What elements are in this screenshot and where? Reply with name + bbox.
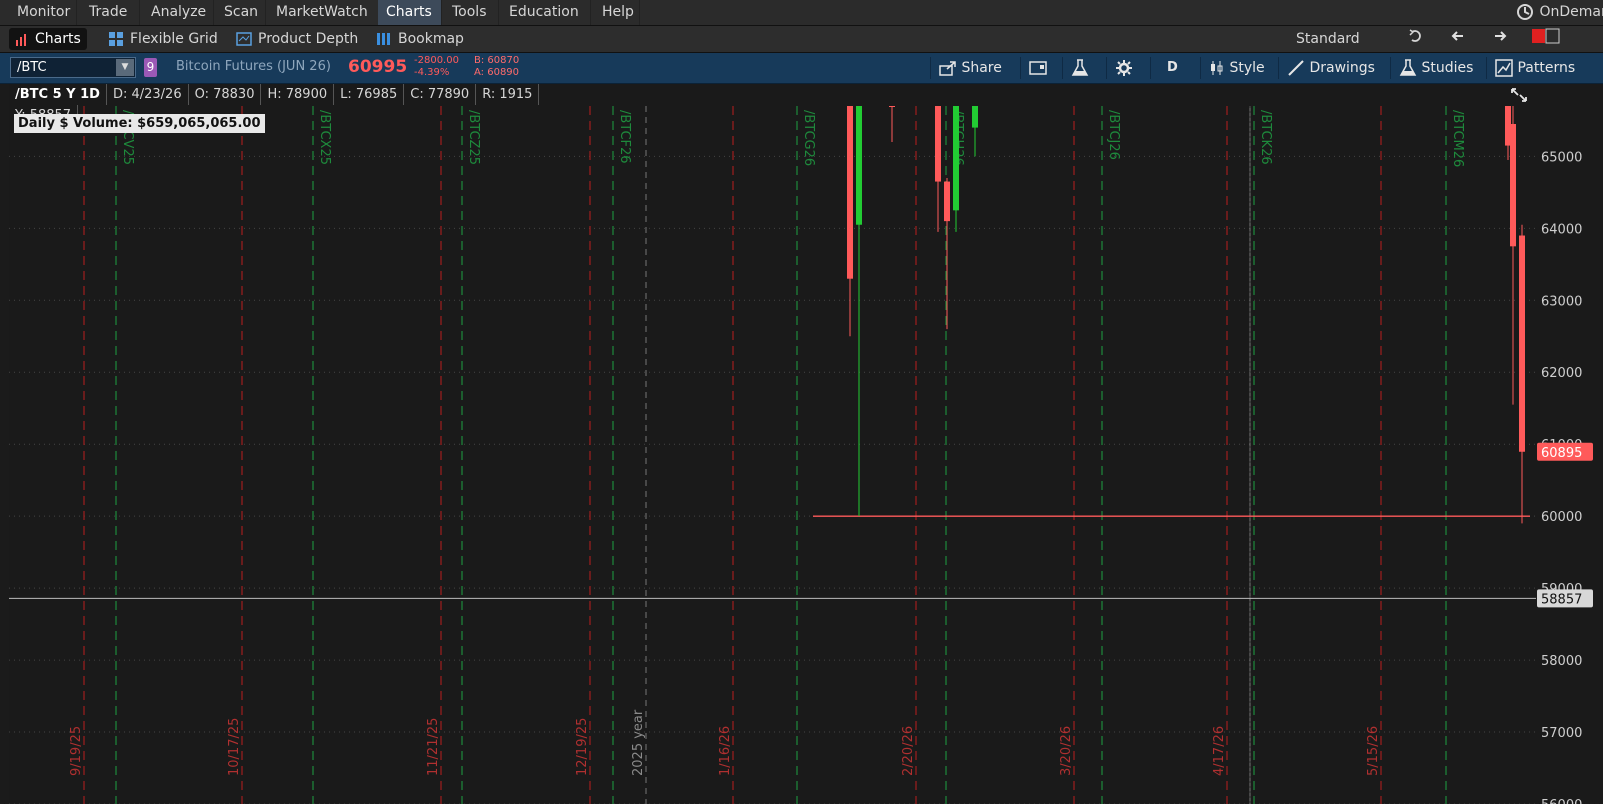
candle-body[interactable] [953, 106, 959, 211]
ohlc-header: /BTC 5 Y 1D D: 4/23/26 O: 78830 H: 78900 L: … [9, 84, 569, 126]
candle-body[interactable] [889, 106, 895, 107]
daily-volume-label: Daily $ Volume: $659,065,065.00 [14, 114, 265, 133]
candle-body[interactable] [935, 106, 941, 182]
price-tick-label: 64000 [1541, 222, 1582, 237]
date-label: 3/20/26 [1059, 726, 1074, 776]
date-label: 4/17/26 [1212, 726, 1227, 776]
expiry-label: /BTCK26 [1258, 110, 1273, 165]
expiry-label: /BTCG26 [801, 110, 816, 166]
candle-body[interactable] [1510, 123, 1516, 247]
date-label: 2025 year [631, 709, 646, 776]
price-tick-label: 56000 [1541, 798, 1582, 804]
date-label: 1/16/26 [718, 726, 733, 776]
date-label: 12/19/25 [575, 718, 590, 776]
candle-body[interactable] [856, 106, 862, 225]
expiry-label: /BTCM26 [1450, 110, 1465, 167]
current-price-label: 60895 [1541, 446, 1582, 461]
date-label: 9/19/25 [69, 726, 84, 776]
date-label: 2/20/26 [901, 726, 916, 776]
expand-icon[interactable] [1509, 85, 1529, 105]
candle-body[interactable] [847, 106, 853, 279]
price-tick-label: 57000 [1541, 726, 1582, 741]
price-tick-label: 60000 [1541, 510, 1582, 525]
bar-range: R: 1915 [476, 84, 540, 105]
bar-date: D: 4/23/26 [107, 84, 189, 105]
bar-close: C: 77890 [404, 84, 477, 105]
date-label: 5/15/26 [1366, 726, 1381, 776]
candle-body[interactable] [1519, 235, 1525, 452]
chart-title: /BTC 5 Y 1D [9, 84, 107, 105]
bar-open: O: 78830 [189, 84, 262, 105]
price-tick-label: 63000 [1541, 294, 1582, 309]
price-tick-label: 62000 [1541, 366, 1582, 381]
expiry-label: /BTCZ25 [466, 110, 481, 165]
date-label: 10/17/25 [227, 718, 242, 776]
bar-high: H: 78900 [261, 84, 335, 105]
expiry-label: /BTCF26 [617, 110, 632, 164]
date-label: 11/21/25 [426, 718, 441, 776]
expiry-label: /BTCX25 [317, 110, 332, 165]
bar-low: L: 76985 [334, 84, 405, 105]
candle-body[interactable] [944, 181, 950, 222]
expiry-label: /BTCJ26 [1106, 110, 1121, 160]
crosshair-price-label: 58857 [1541, 592, 1582, 607]
price-tick-label: 65000 [1541, 150, 1582, 165]
candle-body[interactable] [972, 106, 978, 128]
price-tick-label: 58000 [1541, 654, 1582, 669]
